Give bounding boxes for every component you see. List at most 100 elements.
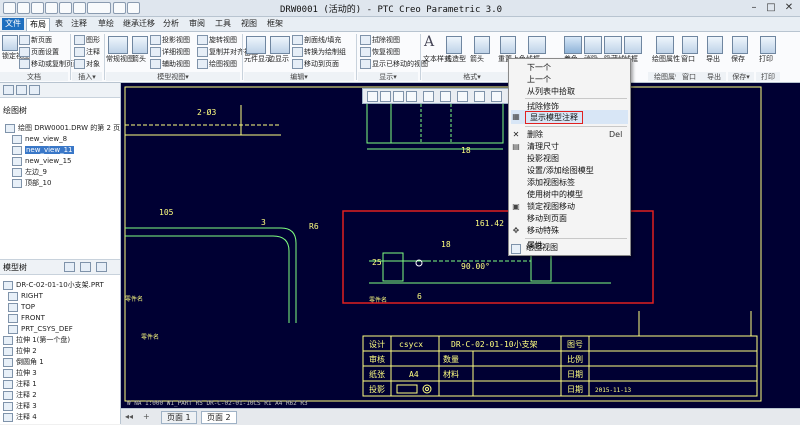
model-item-note-4[interactable]: 注释 4 — [3, 412, 37, 422]
text-style-icon[interactable]: A — [424, 34, 434, 50]
menu-item-use-tree-model[interactable]: 使用树中的模型 — [527, 189, 583, 200]
model-root[interactable]: DR-C-02-01-10小支架.PRT — [3, 280, 104, 290]
convert-draft-icon[interactable] — [292, 47, 303, 57]
zoom-in-icon[interactable] — [380, 91, 391, 102]
save-icon[interactable] — [31, 2, 44, 14]
move-copy-page-icon[interactable] — [19, 59, 30, 69]
group-label-insert[interactable]: 插入▾ — [72, 72, 102, 81]
menu-item-set-drawing-model[interactable]: 设置/添加绘图模型 — [527, 165, 594, 176]
erase-view-button[interactable]: 拭除视图 — [372, 35, 400, 45]
menu-item-previous[interactable]: 上一个 — [527, 74, 551, 85]
general-view-icon[interactable] — [108, 36, 128, 54]
tree-item-new-view-11[interactable]: new_view_11 — [12, 145, 74, 155]
hidden-line-removed-icon[interactable] — [584, 36, 602, 54]
graphic-button[interactable]: 图形 — [86, 35, 100, 45]
refit-icon[interactable] — [367, 91, 378, 102]
regenerate-icon[interactable] — [73, 2, 86, 14]
hatching-icon[interactable] — [292, 35, 303, 45]
tab-layout[interactable]: 布局 — [26, 18, 50, 31]
menu-item-cleanup-dimensions[interactable]: 清理尺寸 — [527, 141, 559, 152]
export-icon[interactable] — [707, 36, 723, 54]
model-item-round-1[interactable]: 倒圆角 1 — [3, 357, 44, 367]
tab-view[interactable]: 视图 — [238, 18, 260, 30]
close-button[interactable]: ✕ — [781, 1, 797, 14]
display-style-icon[interactable] — [423, 91, 434, 102]
menu-item-lock-view-movement[interactable]: 锁定视图移动 — [527, 201, 575, 212]
auxiliary-view-button[interactable]: 辅助视图 — [162, 59, 190, 69]
model-item-top[interactable]: TOP — [8, 302, 35, 312]
point-display-icon[interactable] — [491, 91, 502, 102]
drawing-properties-icon[interactable] — [656, 36, 674, 54]
page-setup-button[interactable]: 页面设置 — [31, 47, 59, 57]
object-button[interactable]: 对象 — [86, 59, 100, 69]
menu-item-drawing-view[interactable]: 绘图视图 — [526, 242, 558, 253]
tab-frame[interactable]: 框架 — [264, 18, 286, 30]
new-page-icon[interactable] — [19, 35, 30, 45]
window-switch-icon[interactable] — [87, 2, 111, 14]
show-icon[interactable] — [96, 262, 107, 272]
model-item-front[interactable]: FRONT — [8, 313, 45, 323]
save-as-icon[interactable] — [732, 36, 748, 54]
menu-item-pick-from-list[interactable]: 从列表中拾取 — [527, 86, 575, 97]
object-icon[interactable] — [74, 59, 85, 69]
tree-item-new-view-8[interactable]: new_view_8 — [12, 134, 67, 144]
model-item-extrude-2[interactable]: 拉伸 2 — [3, 346, 37, 356]
print-icon[interactable] — [760, 36, 776, 54]
tab-review[interactable]: 审阅 — [186, 18, 208, 30]
menu-item-show-model-annotations[interactable]: 显示模型注释 — [525, 111, 583, 124]
move-to-sheet-icon[interactable] — [292, 59, 303, 69]
erase-view-icon[interactable] — [360, 35, 371, 45]
tab-annotate[interactable]: 注释 — [68, 18, 90, 30]
undo-icon[interactable] — [45, 2, 58, 14]
folder-tab-icon[interactable] — [16, 85, 27, 95]
close-window-icon[interactable] — [113, 2, 126, 14]
arrow-style-icon[interactable] — [474, 36, 490, 54]
hidden-line-icon[interactable] — [604, 36, 622, 54]
shading-icon[interactable] — [564, 36, 582, 54]
wireframe-icon[interactable] — [528, 36, 546, 54]
datum-display-icon[interactable] — [457, 91, 468, 102]
menu-item-projection-view[interactable]: 投影视图 — [527, 153, 559, 164]
tree-item-left-9[interactable]: 左边_9 — [12, 167, 47, 177]
page-setup-icon[interactable] — [19, 47, 30, 57]
new-icon[interactable] — [3, 2, 16, 14]
revolved-view-icon[interactable] — [197, 35, 208, 45]
projection-view-icon[interactable] — [150, 35, 161, 45]
auxiliary-view-icon[interactable] — [150, 59, 161, 69]
window-icon[interactable] — [682, 36, 698, 54]
note-button[interactable]: 注释 — [86, 47, 100, 57]
tab-tools[interactable]: 工具 — [212, 18, 234, 30]
wireframe2-icon[interactable] — [624, 36, 642, 54]
edge-display-icon[interactable] — [270, 36, 290, 54]
component-display-icon[interactable] — [246, 36, 266, 54]
model-item-note-3[interactable]: 注释 3 — [3, 401, 37, 411]
show-moved-view-icon[interactable] — [360, 59, 371, 69]
line-style-icon[interactable] — [446, 36, 462, 54]
tab-analysis[interactable]: 分析 — [160, 18, 182, 30]
sheet-nav-first-icon[interactable]: ◂◂ — [125, 412, 133, 421]
detail-view-icon[interactable] — [150, 47, 161, 57]
tree-root[interactable]: 绘图 DRW0001.DRW 的第 2 页 — [5, 123, 120, 133]
sheet-tab-1[interactable]: 页面 1 — [161, 411, 197, 424]
model-item-extrude-3[interactable]: 拉伸 3 — [3, 368, 37, 378]
repaint-icon[interactable] — [406, 91, 417, 102]
menu-item-next[interactable]: 下一个 — [527, 62, 551, 73]
revolved-view-button[interactable]: 旋转视图 — [209, 35, 237, 45]
note-icon[interactable] — [74, 47, 85, 57]
reset-shading-icon[interactable] — [500, 36, 516, 54]
drawing-tree-tab-icon[interactable] — [3, 85, 14, 95]
favorites-tab-icon[interactable] — [29, 85, 40, 95]
filter-icon[interactable] — [80, 262, 91, 272]
open-icon[interactable] — [17, 2, 30, 14]
model-item-extrude-1[interactable]: 拉伸 1(第一个盘) — [3, 335, 70, 345]
tree-item-top-10[interactable]: 顶部_10 — [12, 178, 51, 188]
group-label-format[interactable]: 格式▾ — [422, 72, 522, 81]
menu-item-add-view-label[interactable]: 添加视图标签 — [527, 177, 575, 188]
sheet-tab-2[interactable]: 页面 2 — [201, 411, 237, 424]
copy-align-view-icon[interactable] — [197, 47, 208, 57]
menu-item-delete[interactable]: 删除 — [527, 129, 543, 140]
drawing-view-button[interactable]: 绘图视图 — [209, 59, 237, 69]
customize-qat-icon[interactable] — [127, 2, 140, 14]
group-label-model-view[interactable]: 模型视图▾ — [106, 72, 240, 81]
group-label-display[interactable]: 显示▾ — [358, 72, 418, 81]
